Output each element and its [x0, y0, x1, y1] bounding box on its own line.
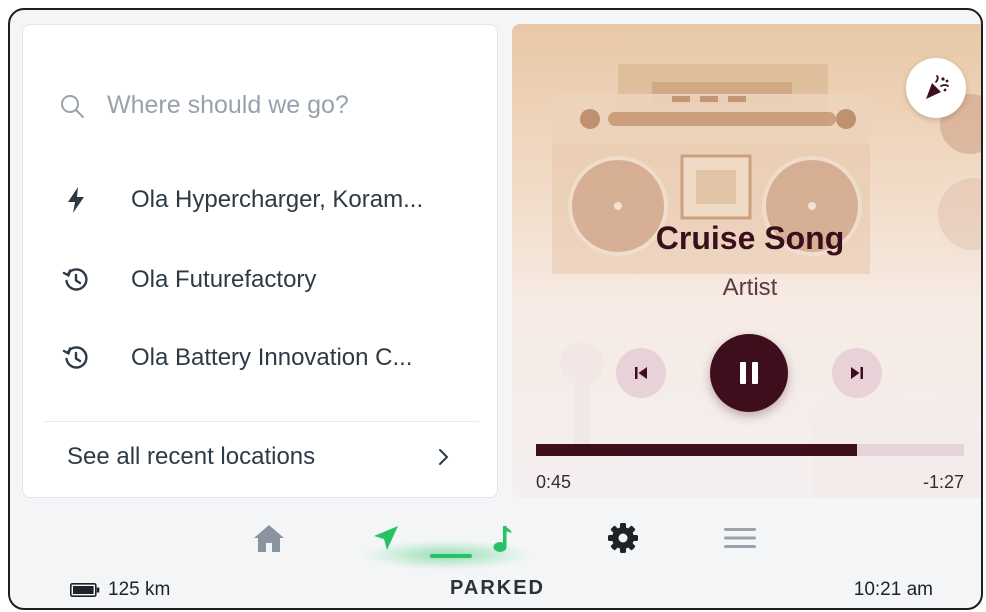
history-icon: [61, 343, 91, 373]
music-note-icon: [493, 526, 512, 552]
previous-track-button[interactable]: [616, 348, 666, 398]
time-elapsed: 0:45: [536, 472, 572, 492]
search-bar[interactable]: Where should we go?: [59, 91, 349, 120]
pause-button[interactable]: [710, 334, 788, 412]
active-tab-indicator: [430, 554, 472, 558]
hamburger-menu-icon: [724, 528, 756, 548]
next-track-button[interactable]: [832, 348, 882, 398]
lightning-bolt-icon: [61, 185, 91, 215]
place-item-label: Ola Futurefactory: [131, 266, 317, 293]
dock-home-button[interactable]: [247, 516, 291, 560]
search-placeholder[interactable]: Where should we go?: [107, 91, 349, 120]
playback-progress-bar[interactable]: [536, 444, 964, 456]
navigation-arrow-icon: [374, 526, 398, 550]
place-item-battery-innovation[interactable]: Ola Battery Innovation C...: [61, 343, 412, 373]
chevron-right-icon: [439, 449, 448, 465]
home-icon: [254, 525, 284, 552]
see-all-label: See all recent locations: [67, 443, 316, 470]
skip-previous-icon: [635, 367, 647, 379]
dock-settings-button[interactable]: [601, 516, 645, 560]
see-all-recent-locations-link[interactable]: See all recent locations: [67, 443, 453, 471]
app-frame: Where should we go? Ola Hypercharger, Ko…: [8, 8, 983, 610]
place-item-futurefactory[interactable]: Ola Futurefactory: [61, 265, 316, 295]
dock-music-button[interactable]: [480, 516, 524, 560]
divider: [43, 421, 479, 422]
time-remaining: -1:27: [922, 472, 964, 492]
dock-menu-button[interactable]: [718, 516, 762, 560]
pause-icon: [740, 362, 758, 384]
place-item-label: Ola Hypercharger, Koram...: [131, 186, 424, 213]
clock: 10:21 am: [853, 579, 933, 600]
place-item-hypercharger[interactable]: Ola Hypercharger, Koram...: [61, 185, 423, 215]
media-player-card: Cruise Song Artist 0:45 -1:27: [512, 24, 981, 498]
gear-icon: [608, 523, 638, 553]
song-title: Cruise Song: [655, 220, 845, 256]
playback-progress-fill: [536, 444, 857, 456]
history-icon: [61, 265, 91, 295]
party-popper-button[interactable]: [906, 58, 966, 118]
search-icon: [61, 94, 84, 118]
song-artist: Artist: [722, 274, 778, 301]
dock-navigation-button[interactable]: [364, 516, 408, 560]
skip-next-icon: [851, 367, 863, 379]
party-popper-icon: [926, 75, 949, 99]
drive-state: PARKED: [450, 577, 545, 599]
place-item-label: Ola Battery Innovation C...: [131, 344, 413, 371]
navigation-card: Where should we go? Ola Hypercharger, Ko…: [22, 24, 498, 498]
